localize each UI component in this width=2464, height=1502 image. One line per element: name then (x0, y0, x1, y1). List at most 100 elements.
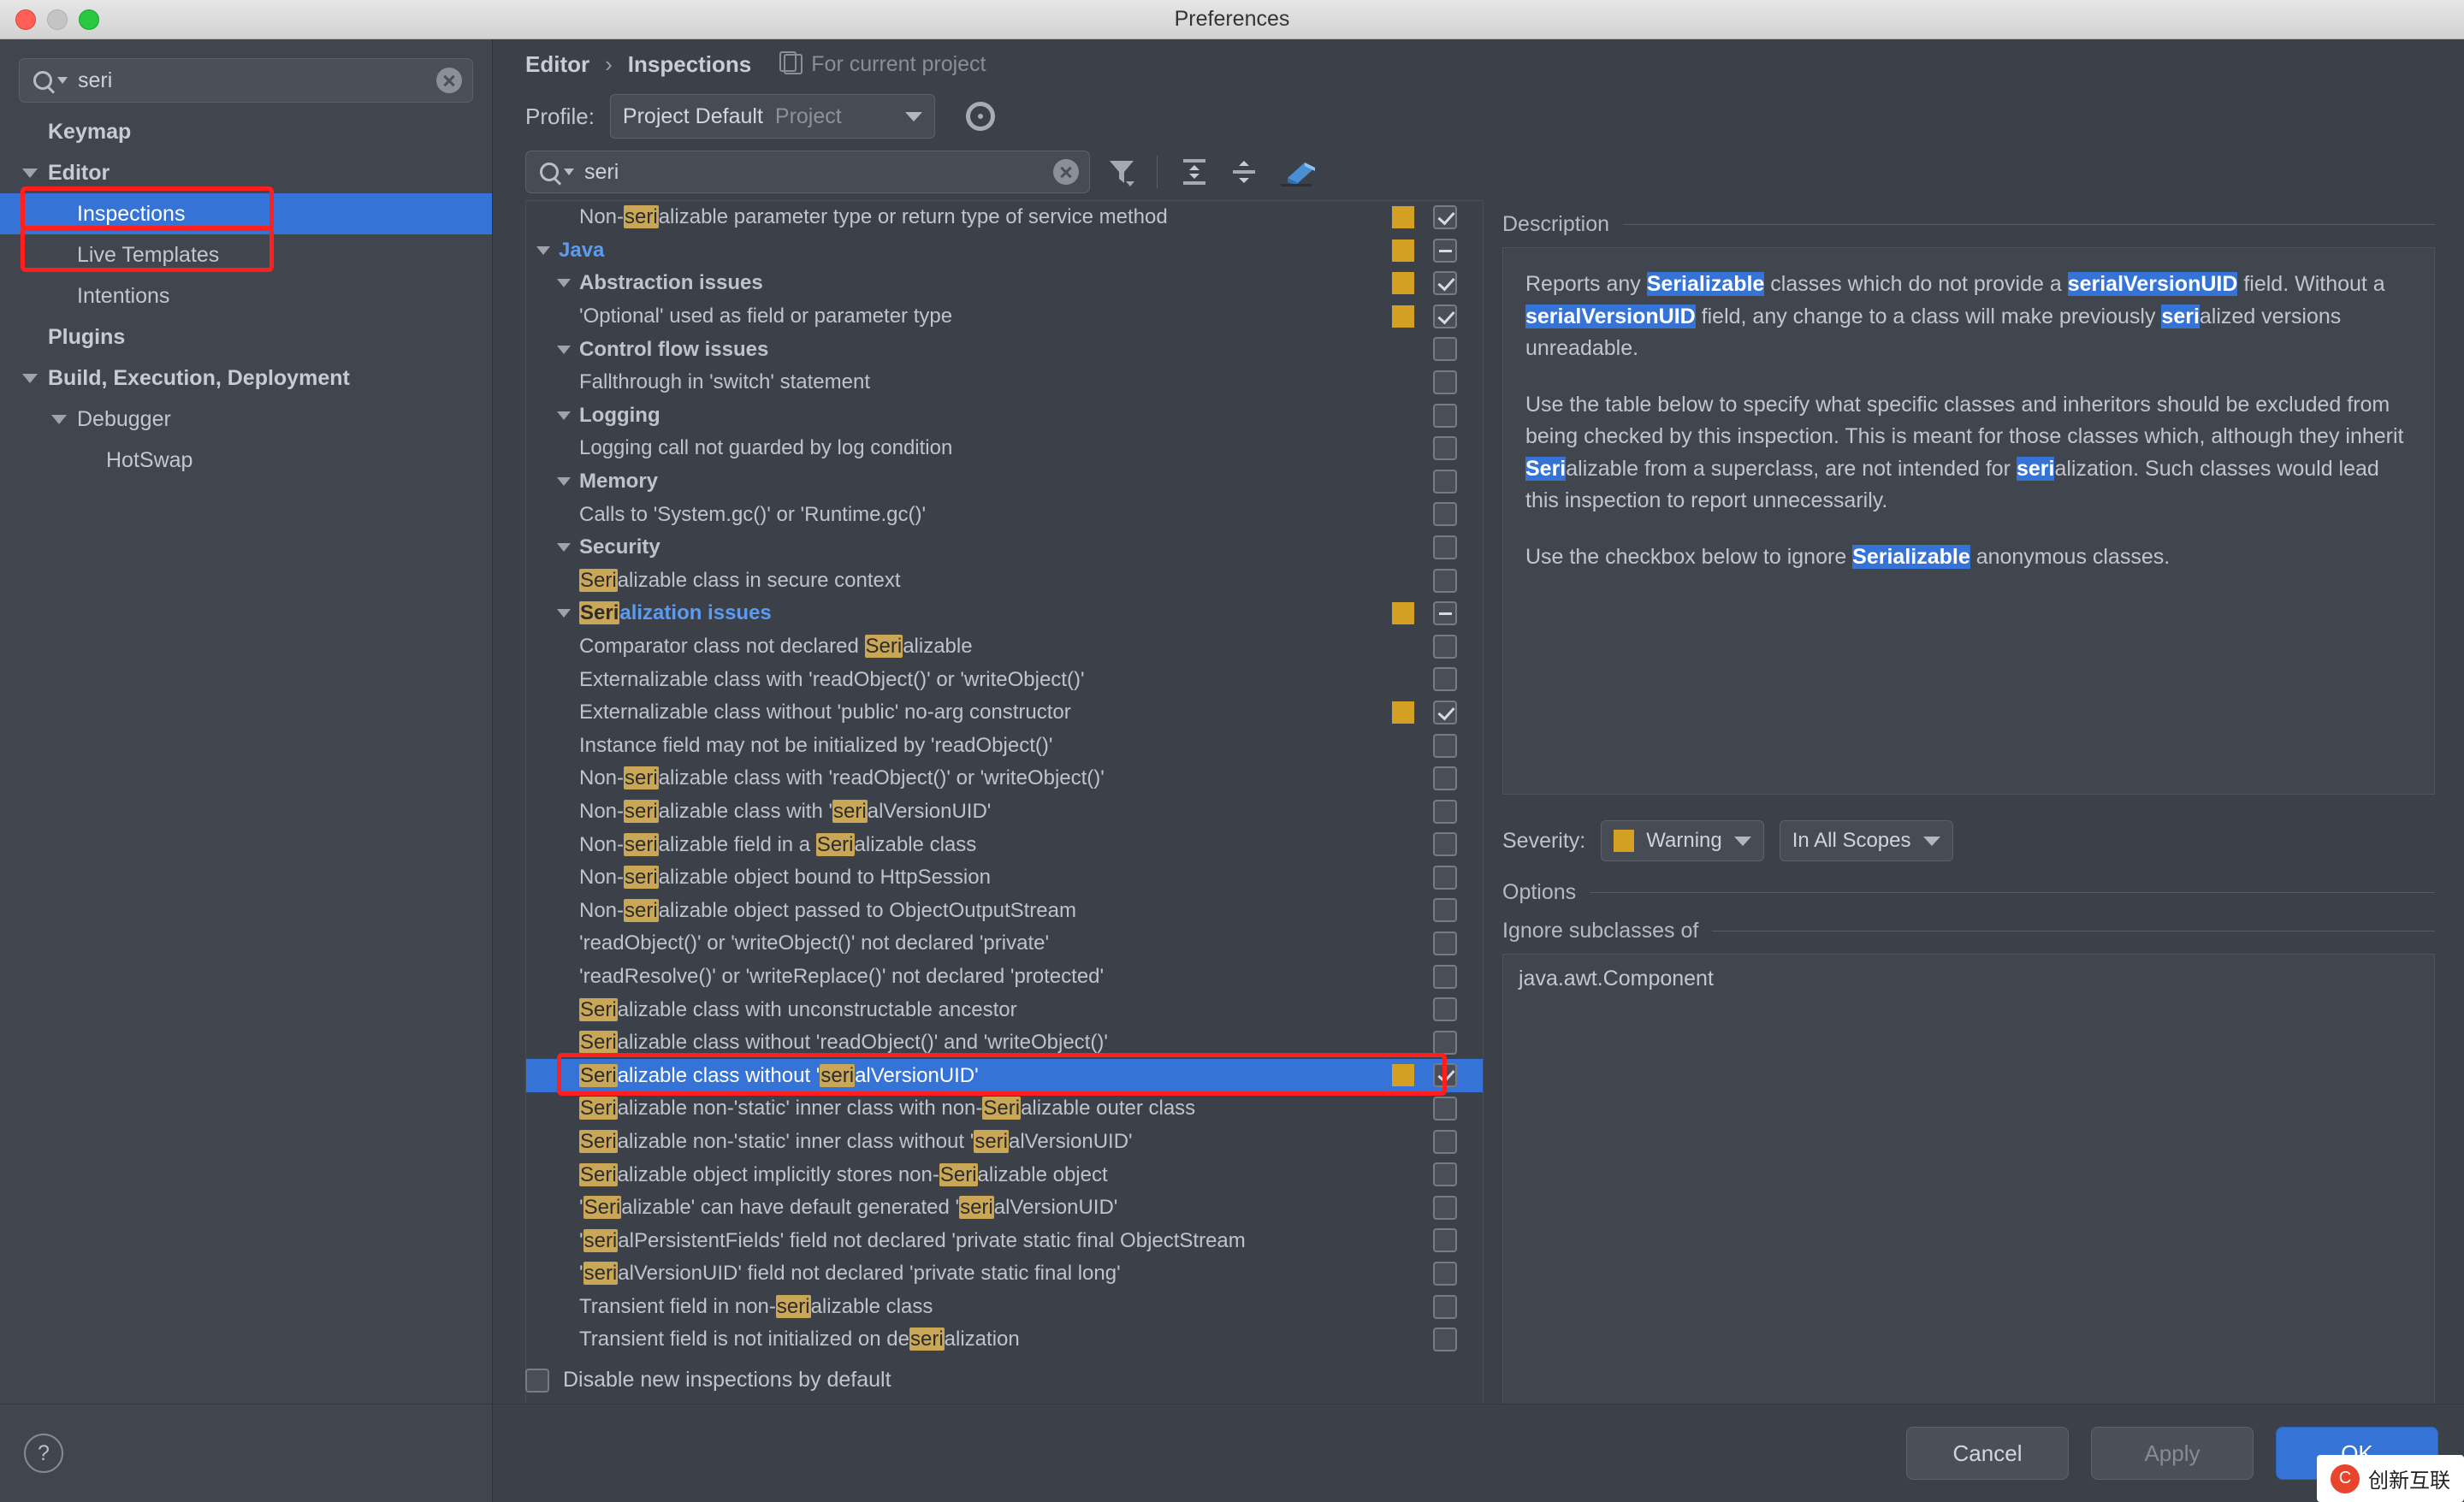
inspection-enabled-checkbox[interactable] (1433, 1129, 1457, 1154)
gear-icon[interactable] (965, 102, 995, 131)
chevron-down-icon[interactable] (22, 168, 38, 178)
chevron-down-icon[interactable] (557, 543, 571, 553)
inspection-enabled-checkbox[interactable] (1433, 931, 1457, 956)
inspection-row[interactable]: Externalizable class without 'public' no… (526, 696, 1483, 730)
inspection-enabled-checkbox[interactable] (1433, 205, 1457, 229)
inspection-enabled-checkbox[interactable] (1433, 469, 1457, 494)
inspection-enabled-checkbox[interactable] (1433, 832, 1457, 857)
inspection-row[interactable]: Java (526, 234, 1483, 268)
sidebar-item-debugger[interactable]: Debugger (0, 399, 492, 440)
sidebar-item-build-execution-deployment[interactable]: Build, Execution, Deployment (0, 358, 492, 399)
apply-button[interactable]: Apply (2091, 1427, 2254, 1480)
sidebar-item-editor[interactable]: Editor (0, 152, 492, 193)
inspection-enabled-checkbox[interactable] (1433, 667, 1457, 692)
inspection-enabled-checkbox[interactable] (1433, 535, 1457, 559)
inspection-row[interactable]: Instance field may not be initialized by… (526, 730, 1483, 763)
inspection-enabled-checkbox[interactable] (1433, 1162, 1457, 1187)
chevron-down-icon[interactable] (557, 345, 571, 354)
inspection-row[interactable]: Non-serializable object passed to Object… (526, 894, 1483, 927)
sidebar-item-keymap[interactable]: Keymap (0, 111, 492, 152)
list-item[interactable]: java.awt.Component (1519, 967, 2419, 991)
inspection-row[interactable]: Transient field is not initialized on de… (526, 1323, 1483, 1357)
inspection-enabled-checkbox[interactable] (1433, 403, 1457, 428)
inspection-enabled-checkbox[interactable] (1433, 865, 1457, 890)
inspection-enabled-checkbox[interactable] (1433, 898, 1457, 923)
inspection-row[interactable]: Abstraction issues (526, 267, 1483, 300)
inspection-row[interactable]: 'serialVersionUID' field not declared 'p… (526, 1257, 1483, 1291)
inspection-row[interactable]: Serializable non-'static' inner class wi… (526, 1126, 1483, 1159)
severity-dropdown[interactable]: Warning (1601, 820, 1764, 861)
chevron-down-icon[interactable] (557, 411, 571, 420)
inspection-enabled-checkbox[interactable] (1433, 1328, 1457, 1352)
chevron-down-icon[interactable] (557, 477, 571, 487)
sidebar-item-plugins[interactable]: Plugins (0, 316, 492, 358)
disable-new-inspections-row[interactable]: Disable new inspections by default (525, 1368, 891, 1393)
inspection-row[interactable]: Serializable class without 'readObject()… (526, 1026, 1483, 1060)
inspection-enabled-checkbox[interactable] (1433, 271, 1457, 296)
chevron-down-icon[interactable] (51, 414, 67, 424)
inspection-enabled-checkbox[interactable] (1433, 964, 1457, 989)
inspection-enabled-checkbox[interactable] (1433, 997, 1457, 1022)
inspection-row[interactable]: Serializable class with unconstructable … (526, 993, 1483, 1026)
chevron-down-icon[interactable] (557, 279, 571, 288)
clear-search-icon[interactable] (1053, 159, 1079, 185)
inspection-enabled-checkbox[interactable] (1433, 370, 1457, 394)
sidebar-item-intentions[interactable]: Intentions (0, 275, 492, 316)
inspection-row[interactable]: 'readObject()' or 'writeObject()' not de… (526, 927, 1483, 961)
inspection-row[interactable]: Non-serializable field in a Serializable… (526, 828, 1483, 861)
profile-dropdown[interactable]: Project Default Project (609, 94, 935, 139)
inspection-row[interactable]: Serializable object implicitly stores no… (526, 1158, 1483, 1192)
inspection-enabled-checkbox[interactable] (1433, 1097, 1457, 1121)
inspection-row[interactable]: Serializable non-'static' inner class wi… (526, 1092, 1483, 1126)
inspection-enabled-checkbox[interactable] (1433, 634, 1457, 659)
inspection-row[interactable]: Logging call not guarded by log conditio… (526, 432, 1483, 465)
inspection-enabled-checkbox[interactable] (1433, 1294, 1457, 1319)
chevron-down-icon[interactable] (536, 245, 550, 255)
inspection-row[interactable]: 'Serializable' can have default generate… (526, 1192, 1483, 1225)
cancel-button[interactable]: Cancel (1906, 1427, 2069, 1480)
inspection-enabled-checkbox[interactable] (1433, 436, 1457, 461)
inspection-row[interactable]: Fallthrough in 'switch' statement (526, 366, 1483, 399)
inspection-row[interactable]: 'Optional' used as field or parameter ty… (526, 300, 1483, 334)
inspection-enabled-checkbox[interactable] (1433, 502, 1457, 527)
inspection-enabled-checkbox[interactable] (1433, 1262, 1457, 1286)
inspection-enabled-checkbox[interactable] (1433, 304, 1457, 328)
inspection-row[interactable]: Memory (526, 465, 1483, 499)
inspection-row[interactable]: Non-serializable object bound to HttpSes… (526, 861, 1483, 895)
inspection-row[interactable]: Comparator class not declared Serializab… (526, 630, 1483, 664)
inspection-row[interactable]: Serializable class in secure context (526, 565, 1483, 598)
inspection-enabled-checkbox[interactable] (1433, 337, 1457, 362)
expand-all-icon[interactable] (1178, 157, 1211, 186)
eraser-reset-icon[interactable] (1277, 159, 1315, 186)
inspection-enabled-checkbox[interactable] (1433, 733, 1457, 758)
settings-tree[interactable]: Keymap Editor Inspections Live Templates Int… (0, 111, 492, 481)
inspection-enabled-checkbox[interactable] (1433, 1030, 1457, 1055)
collapse-all-icon[interactable] (1228, 157, 1260, 186)
inspection-row[interactable]: Externalizable class with 'readObject()'… (526, 663, 1483, 696)
sidebar-search-input[interactable]: seri (19, 58, 473, 103)
chevron-down-icon[interactable] (557, 609, 571, 618)
inspection-row[interactable]: Non-serializable class with 'serialVersi… (526, 795, 1483, 829)
inspection-row[interactable]: Logging (526, 399, 1483, 433)
inspection-row[interactable]: Security (526, 531, 1483, 565)
scope-dropdown[interactable]: In All Scopes (1779, 820, 1953, 861)
inspection-enabled-checkbox[interactable] (1433, 1195, 1457, 1220)
inspection-row-selected[interactable]: Serializable class without 'serialVersio… (526, 1059, 1483, 1093)
inspection-enabled-checkbox[interactable] (1433, 700, 1457, 724)
inspection-row[interactable]: 'readResolve()' or 'writeReplace()' not … (526, 961, 1483, 994)
sidebar-item-hotswap[interactable]: HotSwap (0, 440, 492, 481)
breadcrumb-editor[interactable]: Editor (525, 51, 589, 78)
inspection-row[interactable]: Calls to 'System.gc()' or 'Runtime.gc()' (526, 498, 1483, 531)
inspection-enabled-checkbox[interactable] (1433, 568, 1457, 593)
inspections-tree-pane[interactable]: Non-serializable parameter type or retur… (525, 200, 1484, 1502)
inspection-enabled-checkbox[interactable] (1433, 1228, 1457, 1253)
inspection-enabled-checkbox[interactable] (1433, 601, 1457, 626)
inspection-enabled-checkbox[interactable] (1433, 799, 1457, 824)
disable-new-inspections-checkbox[interactable] (525, 1368, 549, 1393)
inspection-row[interactable]: 'serialPersistentFields' field not decla… (526, 1224, 1483, 1257)
sidebar-item-live-templates[interactable]: Live Templates (0, 234, 492, 275)
inspection-row[interactable]: Transient field in non-serializable clas… (526, 1291, 1483, 1324)
sidebar-item-inspections[interactable]: Inspections (0, 193, 492, 234)
inspection-row[interactable]: Non-serializable parameter type or retur… (526, 201, 1483, 234)
inspection-row[interactable]: Serialization issues (526, 597, 1483, 630)
